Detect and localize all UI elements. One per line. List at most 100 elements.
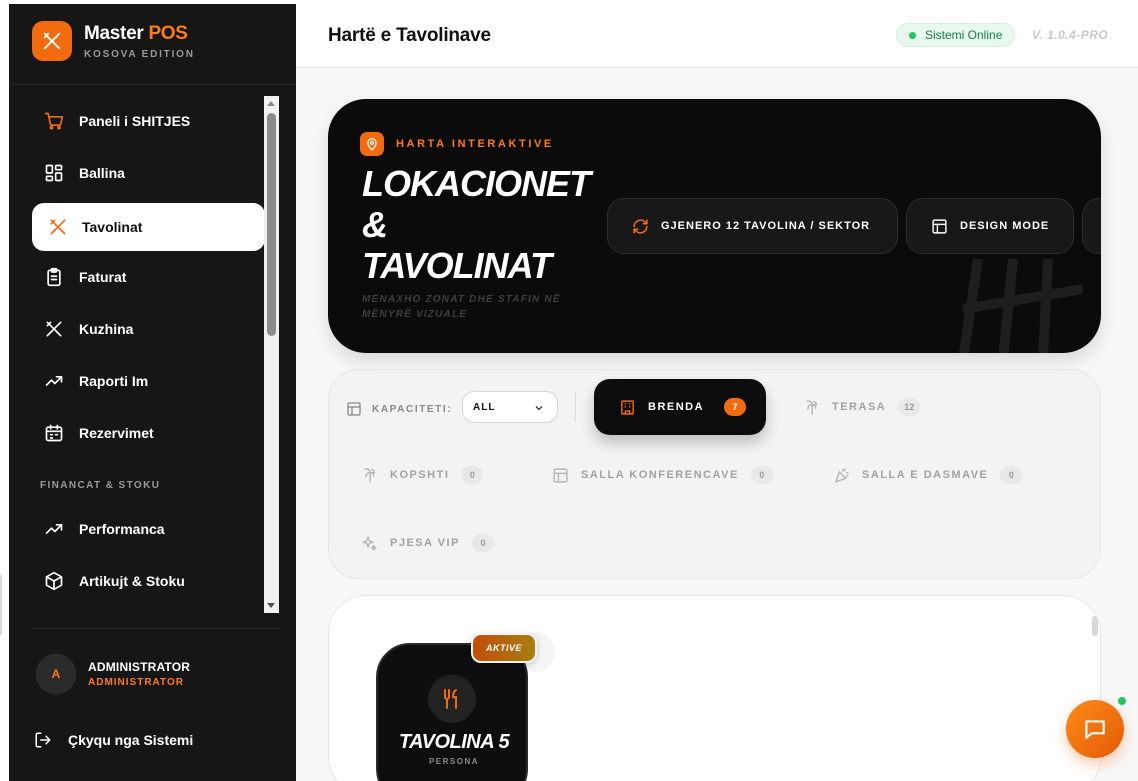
sidebar-item-label: Raporti Im <box>79 373 149 389</box>
zone-filters: KAPACITETI: ALL BRENDA 7 TERASA 12 KOPSH… <box>328 369 1101 579</box>
table-name: TAVOLINA 5 <box>398 731 510 753</box>
sidebar-item-raporti-im[interactable]: Raporti Im <box>32 357 265 405</box>
capacity-select[interactable]: ALL <box>462 391 558 423</box>
logout-button[interactable]: Çkyqu nga Sistemi <box>34 731 193 749</box>
divider <box>575 392 576 422</box>
sidebar: Master POS KOSOVA EDITION Paneli i SHITJ… <box>9 4 296 781</box>
refresh-icon <box>633 218 648 234</box>
table-capacity-label: PERSONA <box>428 757 480 766</box>
zone-count-badge: 7 <box>724 398 747 416</box>
sidebar-item-paneli-i-shitjes[interactable]: Paneli i SHITJES <box>32 97 265 145</box>
sidebar-item-rezervimet[interactable]: Rezervimet <box>32 409 265 457</box>
layout-icon <box>553 467 568 483</box>
zone-count-badge: 12 <box>898 398 921 416</box>
table-status-badge: AKTIVE <box>471 633 537 663</box>
app-window: Master POS KOSOVA EDITION Paneli i SHITJ… <box>0 0 1138 781</box>
zone-tab-kopshti[interactable]: KOPSHTI 0 <box>361 466 484 484</box>
zone-tab-terasa[interactable]: TERASA 12 <box>803 398 921 416</box>
chat-button[interactable] <box>1066 700 1124 758</box>
sparkles-icon <box>362 535 377 551</box>
layout-icon <box>347 402 361 416</box>
capacity-label: KAPACITETI: <box>346 401 452 417</box>
user-name: ADMINISTRATOR <box>88 660 191 674</box>
zone-count-badge: 0 <box>461 466 484 484</box>
user-profile[interactable]: A ADMINISTRATOR ADMINISTRATOR <box>36 654 190 694</box>
chat-icon <box>1085 720 1105 739</box>
sidebar-item-label: Performanca <box>79 521 165 537</box>
scroll-up-arrow-icon[interactable] <box>267 101 275 106</box>
logout-icon <box>35 732 51 748</box>
calendar-icon <box>45 424 63 442</box>
trend-up-icon <box>45 376 63 386</box>
page-title: Hartë e Tavolinave <box>328 25 491 46</box>
brand[interactable]: Master POS KOSOVA EDITION <box>32 21 195 61</box>
zone-count-badge: 0 <box>750 466 773 484</box>
decor-utensils-icon <box>958 258 1083 353</box>
top-header: Hartë e Tavolinave Sistemi Online V. 1.0… <box>296 4 1138 68</box>
fork-knife-icon <box>428 675 476 723</box>
hero-tag: HARTA INTERAKTIVE <box>360 132 554 156</box>
online-dot-icon <box>909 31 916 39</box>
sidebar-item-ballina[interactable]: Ballina <box>32 149 265 197</box>
sidebar-item-kuzhina[interactable]: Kuzhina <box>32 305 265 353</box>
sidebar-scrollbar[interactable] <box>264 96 279 613</box>
sidebar-item-artikujt-stoku[interactable]: Artikujt & Stoku <box>32 557 265 605</box>
building-icon <box>621 399 634 415</box>
divider <box>32 628 280 629</box>
divider <box>9 84 296 85</box>
scroll-down-arrow-icon[interactable] <box>267 603 275 608</box>
tables-grid: TAVOLINA 5 PERSONA AKTIVE <box>328 595 1101 781</box>
sidebar-item-label: Ballina <box>79 165 125 181</box>
sidebar-item-faturat[interactable]: Faturat <box>32 253 265 301</box>
utensils-icon <box>50 219 66 235</box>
window-edge <box>0 575 2 635</box>
zone-count-badge: 0 <box>471 534 494 552</box>
user-role: ADMINISTRATOR <box>88 677 184 688</box>
map-pin-icon <box>360 132 384 156</box>
clipboard-icon <box>47 267 61 287</box>
zone-count-badge: 0 <box>1000 466 1023 484</box>
party-icon <box>834 467 849 483</box>
layout-icon <box>932 218 947 234</box>
zone-tab-pjesa-vip[interactable]: PJESA VIP 0 <box>361 534 494 552</box>
sidebar-item-label: Kuzhina <box>79 321 134 337</box>
palm-icon <box>806 399 818 415</box>
zone-tab-brenda[interactable]: BRENDA 7 <box>594 379 766 435</box>
main-content: HARTA INTERAKTIVE LOKACIONET & TAVOLINAT… <box>296 68 1138 781</box>
logout-label: Çkyqu nga Sistemi <box>68 732 194 748</box>
hero-title: LOKACIONET & TAVOLINAT <box>362 163 591 286</box>
sidebar-item-label: Faturat <box>79 269 127 285</box>
zone-tab-salla-konferencave[interactable]: SALLA KONFERENCAVE 0 <box>552 466 773 484</box>
generate-tables-button[interactable]: GJENERO 12 TAVOLINA / SEKTOR <box>607 198 898 254</box>
hero-subtitle: MENAXHO ZONAT DHE STAFIN NË MËNYRË VIZUA… <box>362 294 561 320</box>
tables-scrollbar[interactable] <box>1092 616 1098 636</box>
status-badge: Sistemi Online <box>896 23 1016 47</box>
palm-icon <box>364 467 376 483</box>
section-label-financat: FINANCAT & STOKU <box>40 480 161 491</box>
sidebar-item-performanca[interactable]: Performanca <box>32 505 265 553</box>
design-mode-button[interactable]: DESIGN MODE <box>906 198 1074 254</box>
brand-name: Master POS <box>84 22 188 44</box>
table-card[interactable]: TAVOLINA 5 PERSONA <box>376 643 528 781</box>
sidebar-item-label: Tavolinat <box>82 219 143 235</box>
hero-tag-text: HARTA INTERAKTIVE <box>396 138 554 150</box>
sidebar-item-tavolinat[interactable]: Tavolinat <box>32 203 265 251</box>
sidebar-nav: Paneli i SHITJES Ballina Tavolinat Fatur… <box>32 96 265 613</box>
chat-online-dot-icon <box>1115 694 1129 708</box>
utensils-icon <box>46 321 62 337</box>
hero-banner: HARTA INTERAKTIVE LOKACIONET & TAVOLINAT… <box>328 99 1101 353</box>
chevron-down-icon <box>535 406 543 411</box>
cart-icon <box>44 112 64 130</box>
brand-edition: KOSOVA EDITION <box>84 48 195 60</box>
scroll-thumb[interactable] <box>267 113 276 336</box>
grid-icon <box>45 164 63 182</box>
zone-tab-salla-e-dasmave[interactable]: SALLA E DASMAVE 0 <box>833 466 1023 484</box>
status-text: Sistemi Online <box>925 28 1003 42</box>
version-label: V. 1.0.4-PRO <box>1032 28 1109 42</box>
avatar: A <box>36 654 76 694</box>
trend-up-icon <box>45 524 63 534</box>
hero-extra-button[interactable] <box>1082 198 1101 254</box>
sidebar-item-label: Paneli i SHITJES <box>79 113 191 129</box>
brand-logo-icon <box>32 21 72 61</box>
sidebar-item-label: Rezervimet <box>79 425 154 441</box>
